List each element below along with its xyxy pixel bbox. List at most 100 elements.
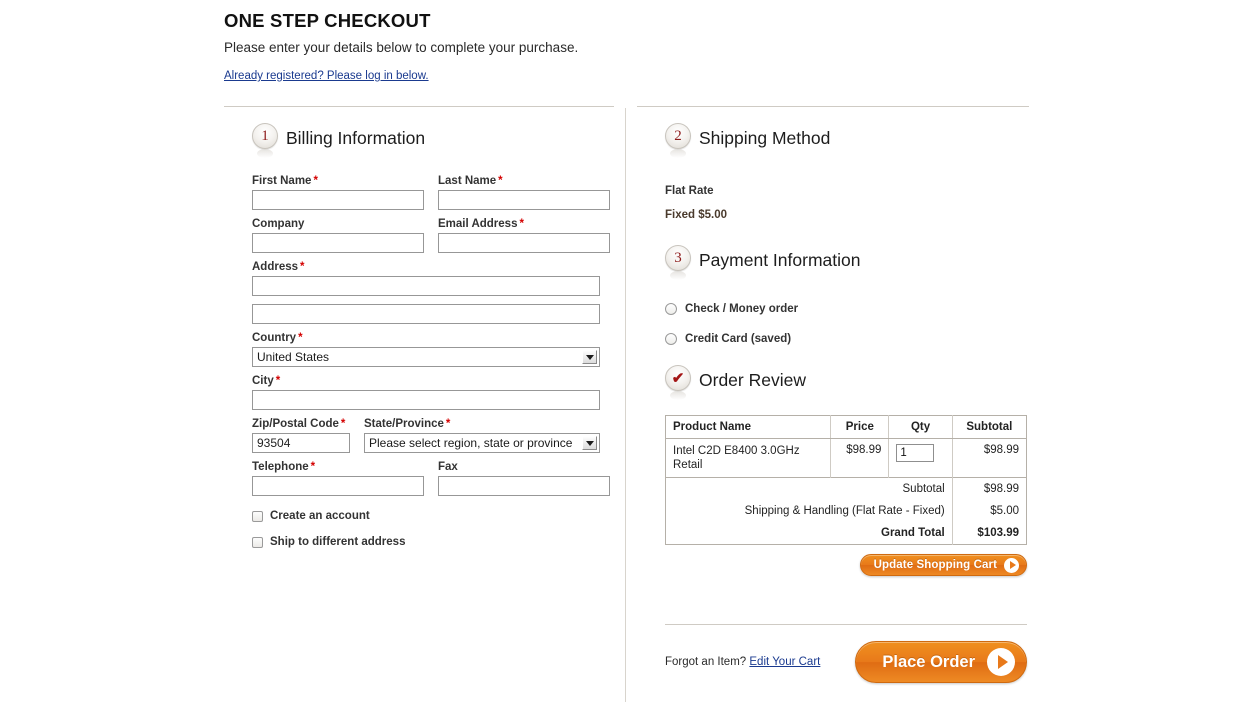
step-number-badge: 2 <box>665 123 691 149</box>
order-review-body: Product Name Price Qty Subtotal Intel C2… <box>637 401 1029 576</box>
shipping-method-name: Flat Rate <box>665 185 714 197</box>
radio-check-money-order[interactable] <box>665 303 677 315</box>
chevron-down-icon <box>582 436 597 450</box>
email-input[interactable] <box>438 233 610 253</box>
item-name: Intel C2D E8400 3.0GHz Retail <box>665 438 832 478</box>
company-label: Company <box>252 218 305 230</box>
phone-fax-row: Telephone * Fax <box>252 461 614 496</box>
update-button-label: Update Shopping Cart <box>873 559 997 571</box>
address-label: Address * <box>252 261 305 273</box>
billing-form: First Name * Last Name * Company Email Add… <box>224 159 614 548</box>
update-cart-row: Update Shopping Cart <box>665 554 1027 576</box>
col-subtotal: Subtotal <box>952 415 1027 439</box>
update-shopping-cart-button[interactable]: Update Shopping Cart <box>859 554 1027 576</box>
city-row: City * <box>252 375 614 410</box>
required-marker: * <box>298 332 303 344</box>
checkout-page: ONE STEP CHECKOUT Please enter your deta… <box>0 0 1250 703</box>
forgot-item-label: Forgot an Item? <box>665 656 747 668</box>
badge-reflection <box>670 391 686 400</box>
telephone-group: Telephone * <box>252 461 424 496</box>
totals-row-shipping: Shipping & Handling (Flat Rate - Fixed) … <box>665 500 1027 522</box>
city-group: City * <box>252 375 600 410</box>
country-select[interactable]: United States <box>252 347 600 367</box>
step-number-badge: 3 <box>665 245 691 271</box>
city-input[interactable] <box>252 390 600 410</box>
grand-total-value: $103.99 <box>977 527 1019 539</box>
fax-label: Fax <box>438 461 458 473</box>
edit-cart-link[interactable]: Edit Your Cart <box>749 656 820 668</box>
address-line1-input[interactable] <box>252 276 600 296</box>
required-marker: * <box>275 375 281 387</box>
shipping-step-header: 2 Shipping Method <box>637 121 1029 158</box>
telephone-input[interactable] <box>252 476 424 496</box>
payment-options: Check / Money order Credit Card (saved) <box>637 281 1029 345</box>
email-group: Email Address * <box>438 218 610 253</box>
billing-step-header: 1 Billing Information <box>224 121 614 158</box>
create-account-label[interactable]: Create an account <box>270 510 370 522</box>
ship-different-label[interactable]: Ship to different address <box>270 536 405 548</box>
radio-credit-card[interactable] <box>665 333 677 345</box>
last-name-label: Last Name * <box>438 175 503 187</box>
payment-option-check-money-order[interactable]: Check / Money order <box>665 303 1029 315</box>
payment-option-label[interactable]: Check / Money order <box>685 303 798 315</box>
fax-group: Fax <box>438 461 610 496</box>
address-group: Address * <box>252 261 600 296</box>
ship-different-row[interactable]: Ship to different address <box>252 536 614 548</box>
zip-state-row: Zip/Postal Code* State/Province* Please … <box>252 418 614 453</box>
totals-row-grand: Grand Total $103.99 <box>665 522 1027 545</box>
badge-reflection <box>257 149 273 158</box>
required-marker: * <box>300 261 305 273</box>
email-label: Email Address * <box>438 218 524 230</box>
right-column: 2 Shipping Method Flat Rate Fixed $5.00 … <box>637 106 1029 683</box>
place-order-button[interactable]: Place Order <box>855 641 1027 683</box>
address2-group <box>252 304 600 324</box>
payment-option-label[interactable]: Credit Card (saved) <box>685 333 791 345</box>
create-account-checkbox[interactable] <box>252 510 263 522</box>
country-row: Country * United States <box>252 332 614 367</box>
required-marker: * <box>313 175 318 187</box>
state-group: State/Province * Please select region, st… <box>364 418 600 453</box>
shipping-section-title: Shipping Method <box>699 128 831 148</box>
col-price: Price <box>830 415 890 439</box>
state-label: State/Province * <box>364 418 451 430</box>
first-name-group: First Name * <box>252 175 424 210</box>
payment-option-credit-card[interactable]: Credit Card (saved) <box>665 333 1029 345</box>
grand-total-label: Grand Total <box>665 522 953 545</box>
order-review-header: ✔ Order Review <box>637 363 1029 400</box>
required-marker: * <box>340 418 346 430</box>
required-marker: * <box>519 218 524 230</box>
shipping-method-body: Flat Rate Fixed $5.00 <box>637 159 1029 221</box>
login-link[interactable]: Already registered? Please log in below. <box>224 70 429 82</box>
arrow-right-icon <box>987 648 1015 676</box>
city-label: City * <box>252 375 281 387</box>
fax-input[interactable] <box>438 476 610 496</box>
first-name-input[interactable] <box>252 190 424 210</box>
shipping-handling-label: Shipping & Handling (Flat Rate - Fixed) <box>665 500 953 522</box>
address-row: Address * <box>252 261 614 296</box>
zip-input[interactable] <box>252 433 350 453</box>
order-table: Product Name Price Qty Subtotal Intel C2… <box>665 415 1027 545</box>
order-review-title: Order Review <box>699 370 806 390</box>
last-name-input[interactable] <box>438 190 610 210</box>
page-header: ONE STEP CHECKOUT Please enter your deta… <box>224 10 1044 82</box>
item-price: $98.99 <box>830 438 890 478</box>
subtotal-value: $98.99 <box>952 477 1027 500</box>
qty-input[interactable] <box>896 444 935 462</box>
company-input[interactable] <box>252 233 424 253</box>
item-qty-cell <box>888 438 953 478</box>
item-subtotal: $98.99 <box>983 444 1019 456</box>
totals-row-subtotal: Subtotal $98.99 <box>665 477 1027 500</box>
create-account-row[interactable]: Create an account <box>252 510 614 522</box>
required-marker: * <box>310 461 316 473</box>
required-marker: * <box>445 418 451 430</box>
state-select[interactable]: Please select region, state or province <box>364 433 600 453</box>
page-subtitle: Please enter your details below to compl… <box>224 40 579 55</box>
ship-different-checkbox[interactable] <box>252 536 263 548</box>
address-line2-input[interactable] <box>252 304 600 324</box>
col-product-name: Product Name <box>665 415 832 439</box>
payment-section-title: Payment Information <box>699 250 861 270</box>
telephone-label: Telephone * <box>252 461 316 473</box>
table-row: Intel C2D E8400 3.0GHz Retail $98.99 $98… <box>665 438 1027 478</box>
country-label: Country * <box>252 332 303 344</box>
country-select-value: United States <box>257 350 330 364</box>
